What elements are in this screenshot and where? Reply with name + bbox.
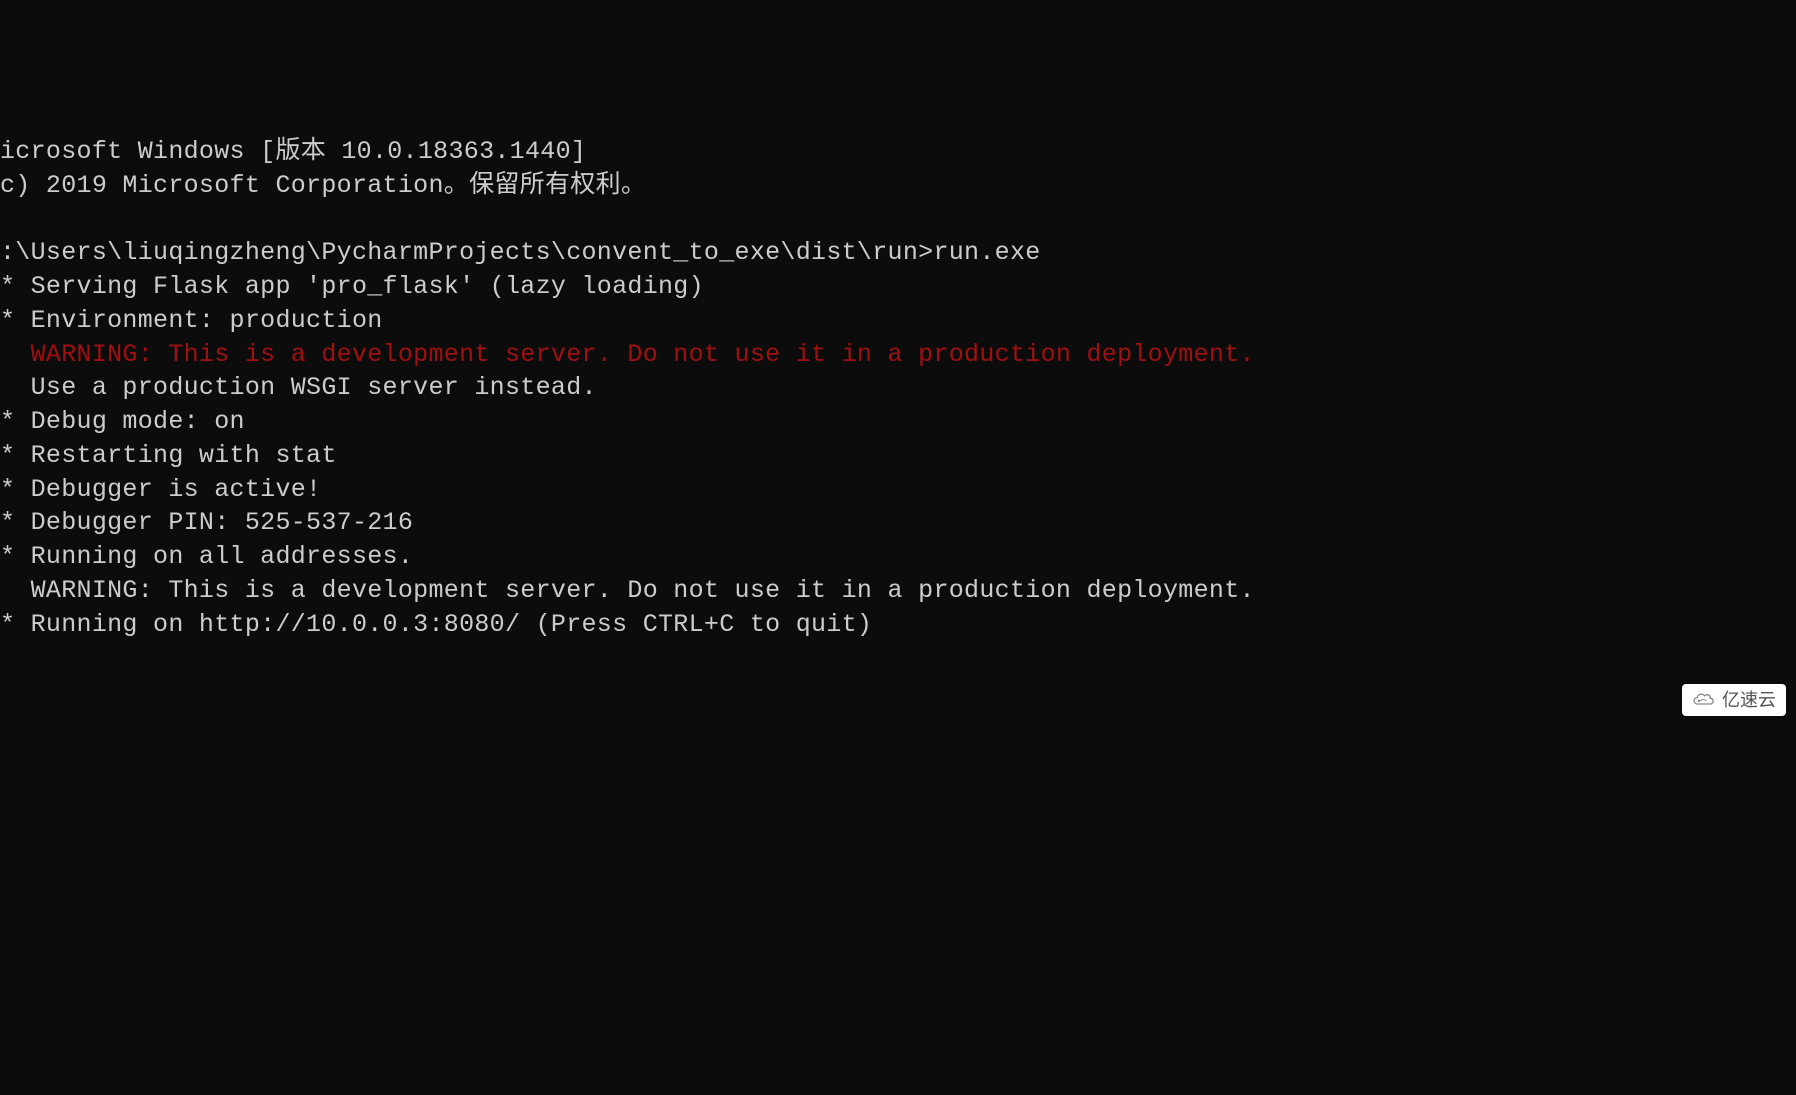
- terminal-line: [0, 203, 1796, 237]
- terminal-line: WARNING: This is a development server. D…: [0, 574, 1796, 608]
- terminal-line: c) 2019 Microsoft Corporation。保留所有权利。: [0, 169, 1796, 203]
- watermark-badge: 亿速云: [1682, 684, 1786, 716]
- terminal-line: WARNING: This is a development server. D…: [0, 338, 1796, 372]
- terminal-line: Use a production WSGI server instead.: [0, 371, 1796, 405]
- terminal-line: * Running on all addresses.: [0, 540, 1796, 574]
- terminal-line: :\Users\liuqingzheng\PycharmProjects\con…: [0, 236, 1796, 270]
- terminal-line: * Environment: production: [0, 304, 1796, 338]
- watermark-text: 亿速云: [1722, 688, 1776, 712]
- terminal-line: * Debugger is active!: [0, 473, 1796, 507]
- terminal-line: * Running on http://10.0.0.3:8080/ (Pres…: [0, 608, 1796, 642]
- cloud-icon: [1690, 691, 1716, 709]
- terminal-line: * Serving Flask app 'pro_flask' (lazy lo…: [0, 270, 1796, 304]
- terminal-output[interactable]: icrosoft Windows [版本 10.0.18363.1440]c) …: [0, 135, 1796, 859]
- terminal-line: icrosoft Windows [版本 10.0.18363.1440]: [0, 135, 1796, 169]
- terminal-line: * Restarting with stat: [0, 439, 1796, 473]
- terminal-line: * Debugger PIN: 525-537-216: [0, 506, 1796, 540]
- terminal-line: * Debug mode: on: [0, 405, 1796, 439]
